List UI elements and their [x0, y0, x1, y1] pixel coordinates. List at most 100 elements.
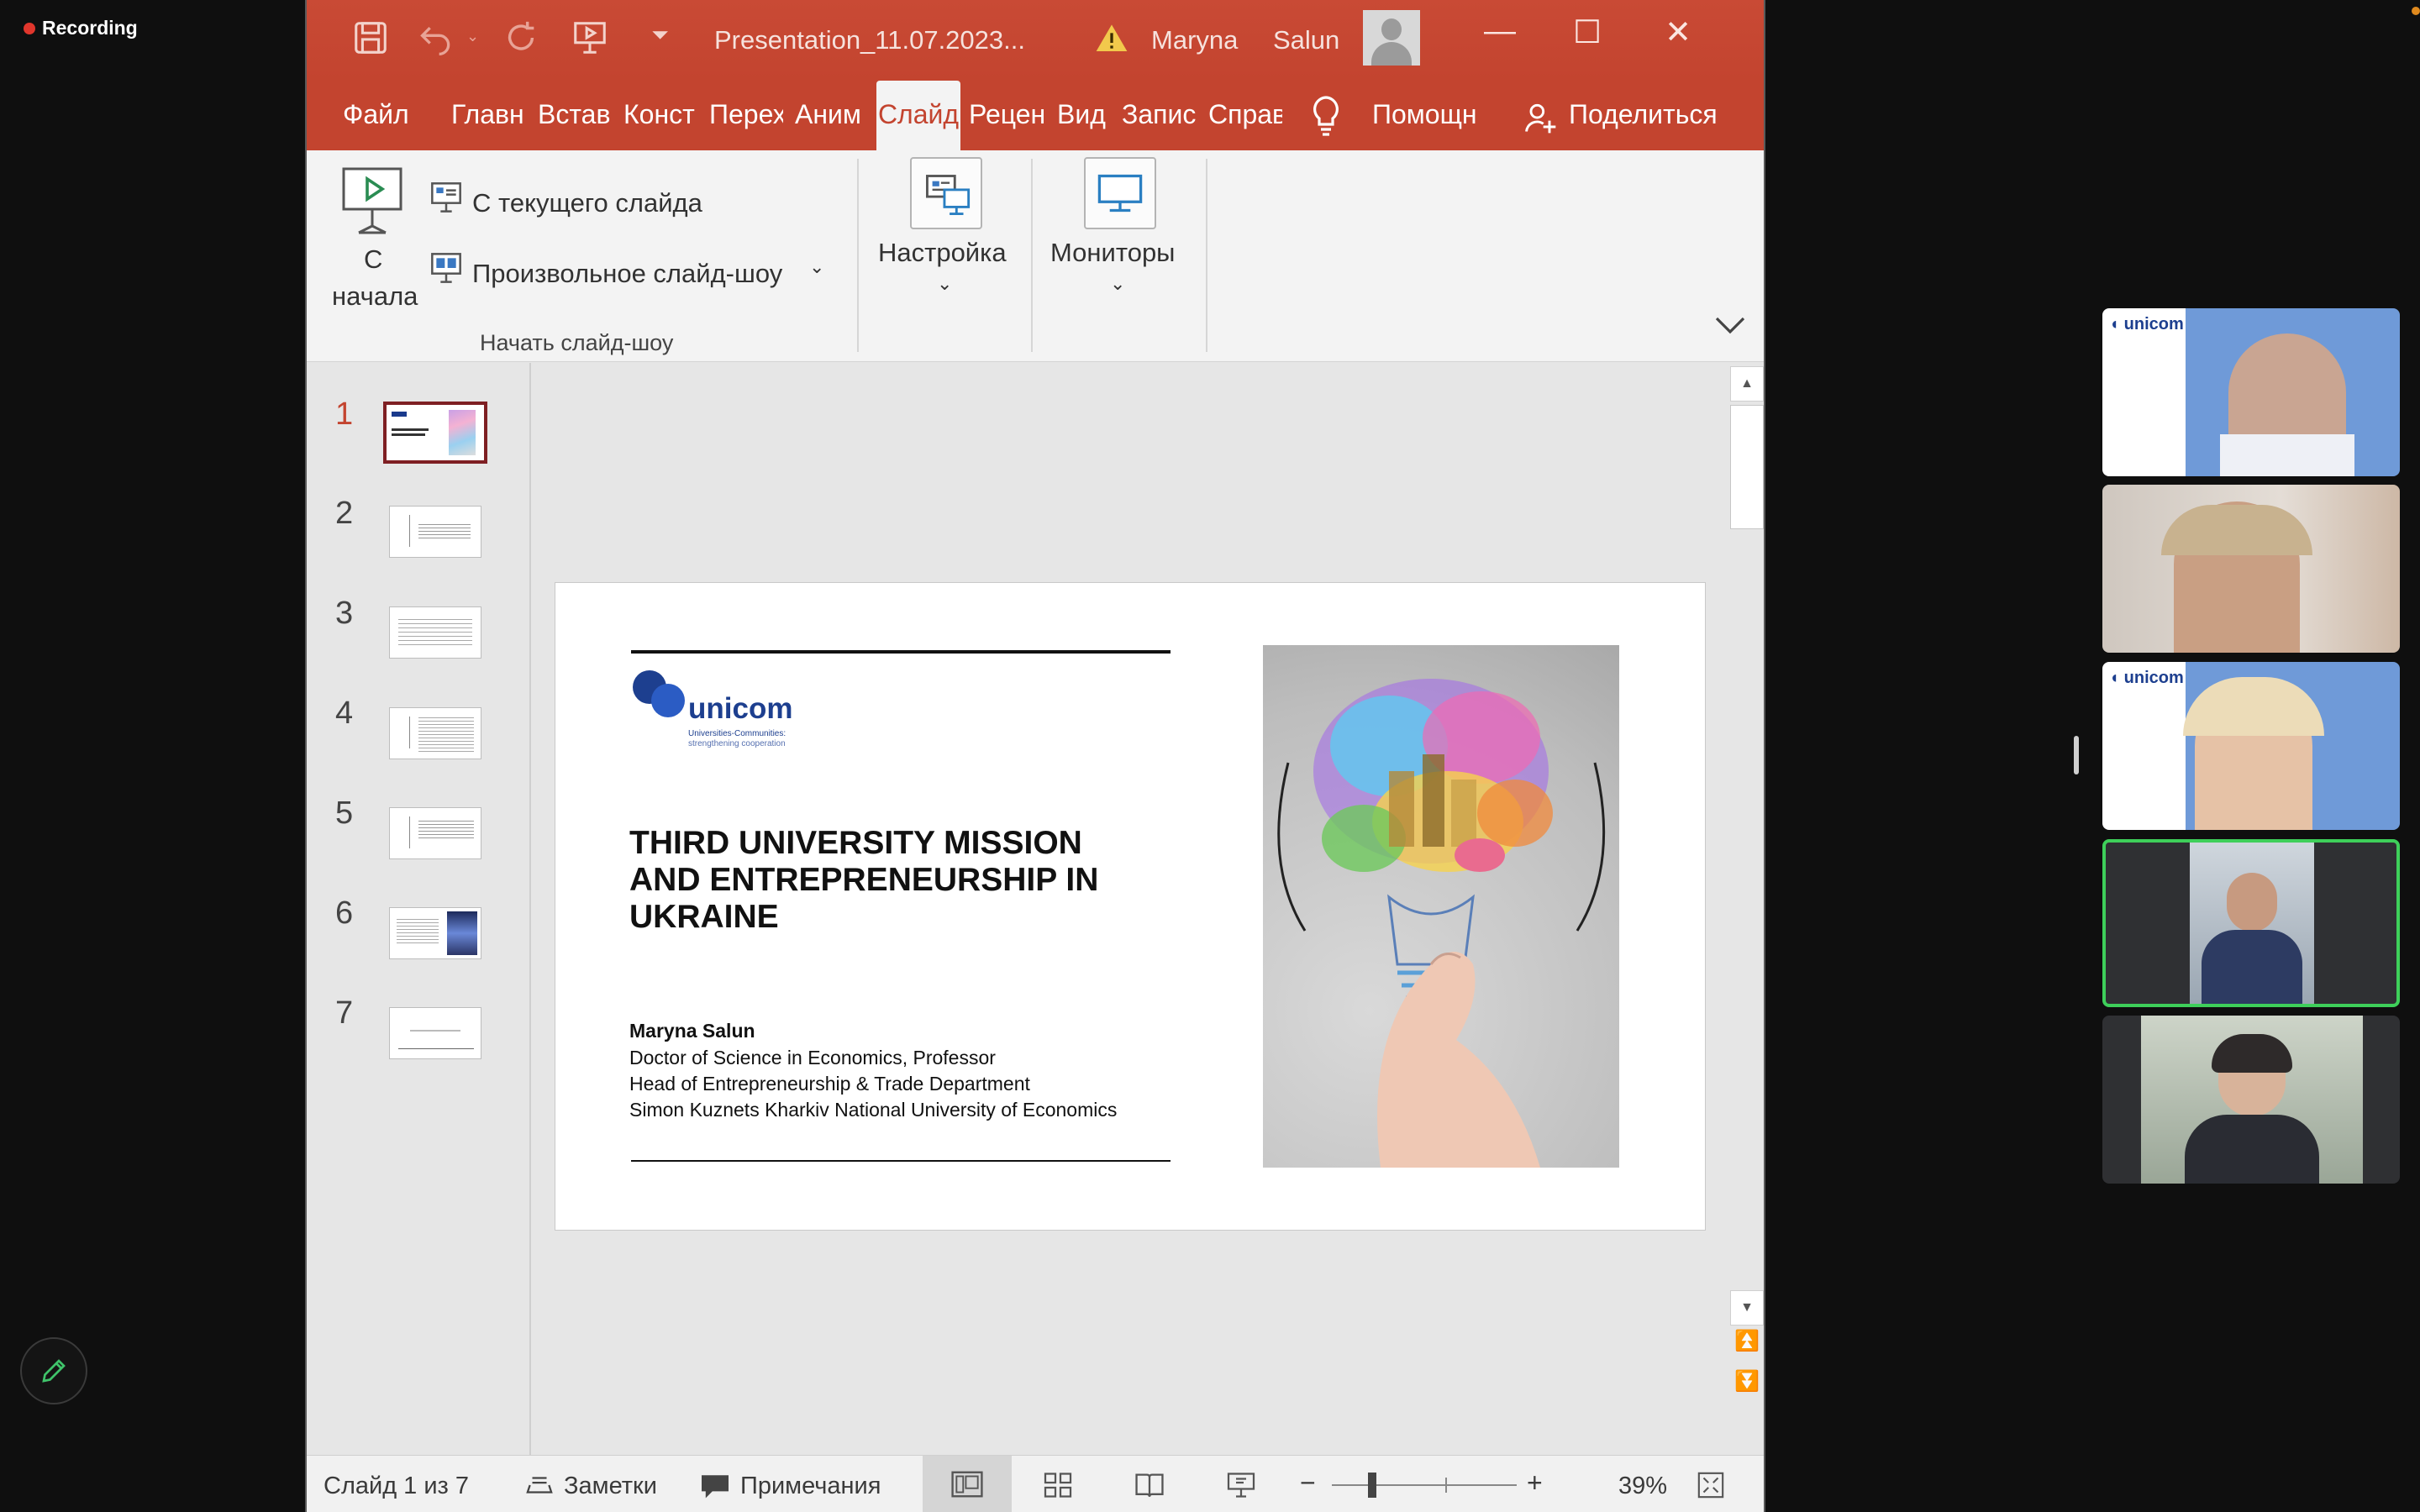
slideshow-view-icon[interactable] — [1226, 1471, 1256, 1499]
slide-thumbnail-5[interactable] — [389, 807, 481, 859]
tab-file[interactable]: Файл — [343, 99, 410, 130]
zoom-slider-thumb[interactable] — [1368, 1473, 1376, 1498]
tab-help[interactable]: Справ — [1208, 99, 1282, 130]
slide-thumbnail-6[interactable] — [389, 907, 481, 959]
slide-title-line-3: UKRAINE — [629, 899, 779, 935]
next-slide-icon[interactable]: ⏬ — [1730, 1369, 1764, 1403]
participant-video-4-speaking[interactable] — [2102, 839, 2400, 1007]
participant-video-2[interactable] — [2102, 485, 2400, 653]
comments-button[interactable]: Примечания — [740, 1473, 881, 1500]
fit-to-window-icon[interactable] — [1697, 1471, 1725, 1499]
panel-resize-handle[interactable] — [2074, 736, 2079, 774]
slide-thumbnail-3[interactable] — [389, 606, 481, 659]
thumb-number: 4 — [335, 696, 354, 731]
monitors-button[interactable]: Мониторы — [1050, 238, 1175, 268]
undo-dropdown-icon[interactable]: ⌄ — [466, 29, 479, 44]
scroll-down-icon[interactable]: ▼ — [1730, 1290, 1764, 1326]
pencil-icon — [42, 1359, 66, 1383]
status-dot-icon — [2412, 7, 2420, 15]
monitors-dropdown-icon[interactable]: ⌄ — [1110, 273, 1125, 295]
slide-thumbnail-2[interactable] — [389, 506, 481, 558]
title-bar: ⌄ ⏷ Presentation_11.07.2023... Maryna Sa… — [307, 0, 1764, 80]
from-current-slide-button[interactable]: С текущего слайда — [472, 188, 702, 218]
tab-assistant[interactable]: Помощн — [1372, 99, 1490, 130]
scroll-thumb[interactable] — [1730, 405, 1764, 529]
slide-title-line-2: AND ENTREPRENEURSHIP IN — [629, 862, 1099, 898]
warning-icon[interactable] — [1093, 22, 1130, 55]
start-slideshow-icon[interactable] — [571, 18, 609, 57]
zoom-slider-track[interactable] — [1332, 1484, 1517, 1486]
tab-view[interactable]: Вид — [1057, 99, 1107, 130]
monitor-icon — [1097, 174, 1143, 213]
slide-title-line-1: THIRD UNIVERSITY MISSION — [629, 825, 1082, 861]
lightbulb-icon[interactable] — [1312, 96, 1340, 136]
tab-insert[interactable]: Встав — [538, 99, 612, 130]
comments-icon[interactable] — [698, 1473, 732, 1499]
minimize-icon[interactable]: — — [1475, 13, 1525, 50]
redo-icon[interactable] — [502, 18, 540, 57]
slide-canvas[interactable]: unicom Universities-Communities: strengt… — [555, 582, 1706, 1231]
annotate-pencil-button[interactable] — [20, 1337, 87, 1404]
participant-video-1[interactable]: ◖ unicom — [2102, 308, 2400, 476]
slide-thumbnail-1[interactable] — [383, 402, 487, 464]
custom-slideshow-icon[interactable] — [429, 251, 463, 285]
tab-transitions[interactable]: Перех — [709, 99, 783, 130]
user-last-name: Salun — [1273, 25, 1340, 55]
participant-video-5[interactable] — [2102, 1016, 2400, 1184]
bottom-rule — [631, 1160, 1171, 1162]
monitors-button-frame[interactable] — [1084, 157, 1156, 229]
zoom-slider-center-mark — [1445, 1478, 1447, 1493]
tab-review[interactable]: Рецен — [969, 99, 1044, 130]
from-current-slide-icon[interactable] — [429, 181, 463, 214]
participant-head — [2227, 873, 2277, 932]
slide-sorter-icon[interactable] — [1043, 1471, 1073, 1499]
tab-home[interactable]: Главн — [451, 99, 525, 130]
logo-text: unicom — [688, 692, 793, 725]
notes-icon[interactable] — [525, 1473, 554, 1498]
zoom-in-icon[interactable]: + — [1527, 1467, 1543, 1499]
maximize-icon[interactable]: ☐ — [1562, 13, 1612, 51]
setup-dropdown-icon[interactable]: ⌄ — [937, 273, 952, 295]
setup-button-frame[interactable] — [910, 157, 982, 229]
scroll-up-icon[interactable]: ▲ — [1730, 366, 1764, 402]
participant-clothing — [2220, 434, 2354, 476]
custom-slideshow-button[interactable]: Произвольное слайд-шоу — [472, 259, 782, 289]
pane-divider[interactable] — [529, 363, 531, 1455]
customize-toolbar-icon[interactable]: ⏷ — [651, 24, 669, 45]
powerpoint-window: ⌄ ⏷ Presentation_11.07.2023... Maryna Sa… — [305, 0, 1765, 1512]
from-start-label-1[interactable]: С — [364, 244, 382, 275]
user-avatar[interactable] — [1363, 10, 1420, 66]
previous-slide-icon[interactable]: ⏫ — [1730, 1329, 1764, 1362]
zoom-level[interactable]: 39% — [1618, 1473, 1667, 1500]
collapse-ribbon-icon[interactable] — [1713, 315, 1747, 335]
share-button[interactable]: Поделиться — [1569, 99, 1728, 130]
close-icon[interactable]: ✕ — [1653, 13, 1703, 51]
custom-slideshow-dropdown-icon[interactable]: ⌄ — [809, 256, 824, 278]
unicom-logo-icon — [633, 670, 685, 717]
logo-subtitle-2: strengthening cooperation — [688, 739, 786, 748]
tab-record[interactable]: Запис — [1122, 99, 1196, 130]
tab-design[interactable]: Конст — [623, 99, 697, 130]
participant-clothing — [2185, 1115, 2319, 1184]
reading-view-icon[interactable] — [1134, 1471, 1165, 1499]
tab-animations[interactable]: Аним — [795, 99, 869, 130]
notes-button[interactable]: Заметки — [564, 1473, 657, 1500]
participant-video-3[interactable]: ◖ unicom — [2102, 662, 2400, 830]
save-icon[interactable] — [351, 18, 390, 57]
setup-button[interactable]: Настройка — [878, 238, 1007, 268]
slide-thumbnail-4[interactable] — [389, 707, 481, 759]
slideshow-from-start-icon[interactable] — [339, 165, 406, 236]
share-icon[interactable] — [1522, 99, 1559, 136]
zoom-out-icon[interactable]: − — [1300, 1467, 1316, 1499]
document-title[interactable]: Presentation_11.07.2023... — [714, 25, 1025, 55]
undo-icon[interactable] — [418, 20, 455, 57]
tab-slideshow[interactable]: Слайд — [876, 81, 960, 151]
slide-counter[interactable]: Слайд 1 из 7 — [324, 1473, 469, 1500]
from-start-label-2[interactable]: начала — [332, 281, 418, 312]
slide-thumbnail-7[interactable] — [389, 1007, 481, 1059]
logo-subtitle-1: Universities-Communities: — [688, 729, 786, 738]
normal-view-button[interactable] — [923, 1456, 1012, 1512]
thumb-number: 1 — [335, 396, 354, 432]
ribbon-divider — [857, 159, 859, 352]
vertical-scrollbar[interactable]: ▲ ▼ ⏫ ⏬ — [1727, 363, 1764, 1455]
